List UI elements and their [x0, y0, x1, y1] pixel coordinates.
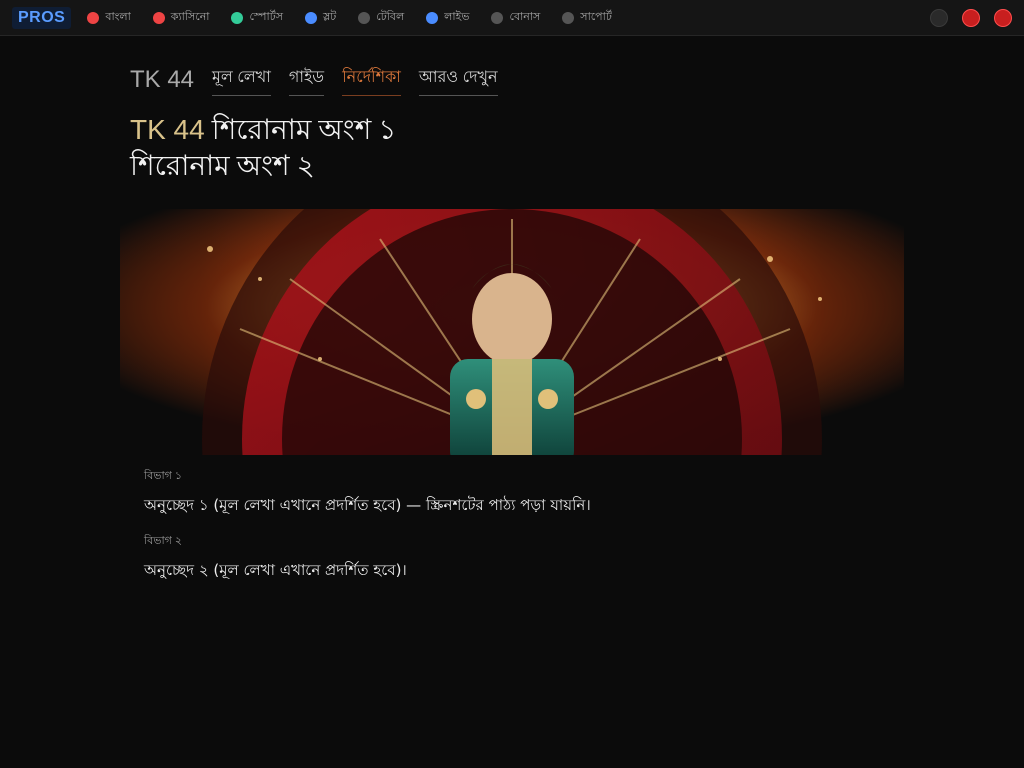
- nav-item-support[interactable]: সাপোর্ট: [562, 8, 612, 27]
- nav-item-language[interactable]: বাংলা: [87, 8, 131, 27]
- primary-nav: বাংলা ক্যাসিনো স্পোর্টস স্লট টেবিল লাইভ …: [87, 8, 612, 27]
- nav-item-label: সাপোর্ট: [580, 10, 612, 23]
- slots-icon: [304, 11, 317, 24]
- page-container: TK 44 মূল লেখা গাইড নির্দেশিকা আরও দেখুন…: [0, 36, 1024, 583]
- roulette-illustration: [120, 209, 904, 455]
- nav-item-live[interactable]: লাইভ: [426, 8, 469, 27]
- kicker-tk: TK 44: [130, 66, 195, 93]
- paragraph: অনুচ্ছেদ ১ (মূল লেখা এখানে প্রদর্শিত হবে…: [144, 496, 591, 514]
- kicker-chip-accent[interactable]: নির্দেশিকা: [342, 64, 401, 96]
- nav-item-bonus[interactable]: বোনাস: [491, 8, 540, 27]
- kicker-chip[interactable]: আরও দেখুন: [418, 64, 498, 96]
- kicker-row: TK 44 মূল লেখা গাইড নির্দেশিকা আরও দেখুন: [130, 64, 904, 96]
- brand-logo[interactable]: PROS: [12, 6, 72, 29]
- casino-icon: [152, 11, 165, 24]
- section-label: বিভাগ ১: [144, 470, 183, 482]
- gift-icon: [491, 11, 504, 24]
- nav-item-label: টেবিল: [376, 10, 405, 23]
- section-label: বিভাগ ২: [144, 535, 183, 547]
- kicker-chip[interactable]: মূল লেখা: [212, 64, 271, 96]
- nav-item-label: বাংলা: [105, 10, 131, 23]
- page-title: TK 44 শিরোনাম অংশ ১ শিরোনাম অংশ ২: [130, 112, 850, 185]
- nav-item-casino[interactable]: ক্যাসিনো: [152, 8, 210, 27]
- title-line-2: শিরোনাম অংশ ২: [130, 151, 315, 182]
- article-body: বিভাগ ১ অনুচ্ছেদ ১ (মূল লেখা এখানে প্রদর…: [120, 455, 904, 583]
- nav-item-label: বোনাস: [509, 10, 541, 23]
- notification-button[interactable]: [962, 8, 980, 27]
- alert-badge-icon[interactable]: [994, 8, 1012, 27]
- title-tk: TK 44: [130, 114, 205, 145]
- sports-icon: [231, 11, 244, 24]
- nav-item-label: স্লট: [322, 10, 337, 23]
- flag-icon: [87, 11, 100, 24]
- table-icon: [358, 11, 371, 24]
- live-icon: [426, 11, 439, 24]
- title-line-1: শিরোনাম অংশ ১: [211, 115, 397, 146]
- top-navigation-bar: PROS বাংলা ক্যাসিনো স্পোর্টস স্লট টেবিল …: [0, 0, 1024, 36]
- nav-item-table[interactable]: টেবিল: [358, 8, 404, 27]
- nav-item-label: ক্যাসিনো: [170, 10, 210, 23]
- paragraph: অনুচ্ছেদ ২ (মূল লেখা এখানে প্রদর্শিত হবে…: [144, 561, 407, 579]
- nav-item-label: স্পোর্টস: [249, 10, 283, 23]
- support-icon: [562, 11, 575, 24]
- nav-item-sports[interactable]: স্পোর্টস: [231, 8, 283, 27]
- topbar-actions: [930, 8, 1012, 27]
- profile-button[interactable]: [930, 8, 948, 27]
- kicker-chip[interactable]: গাইড: [288, 64, 325, 96]
- nav-item-label: লাইভ: [444, 10, 470, 23]
- nav-item-slots[interactable]: স্লট: [304, 8, 337, 27]
- hero-image: [120, 209, 904, 455]
